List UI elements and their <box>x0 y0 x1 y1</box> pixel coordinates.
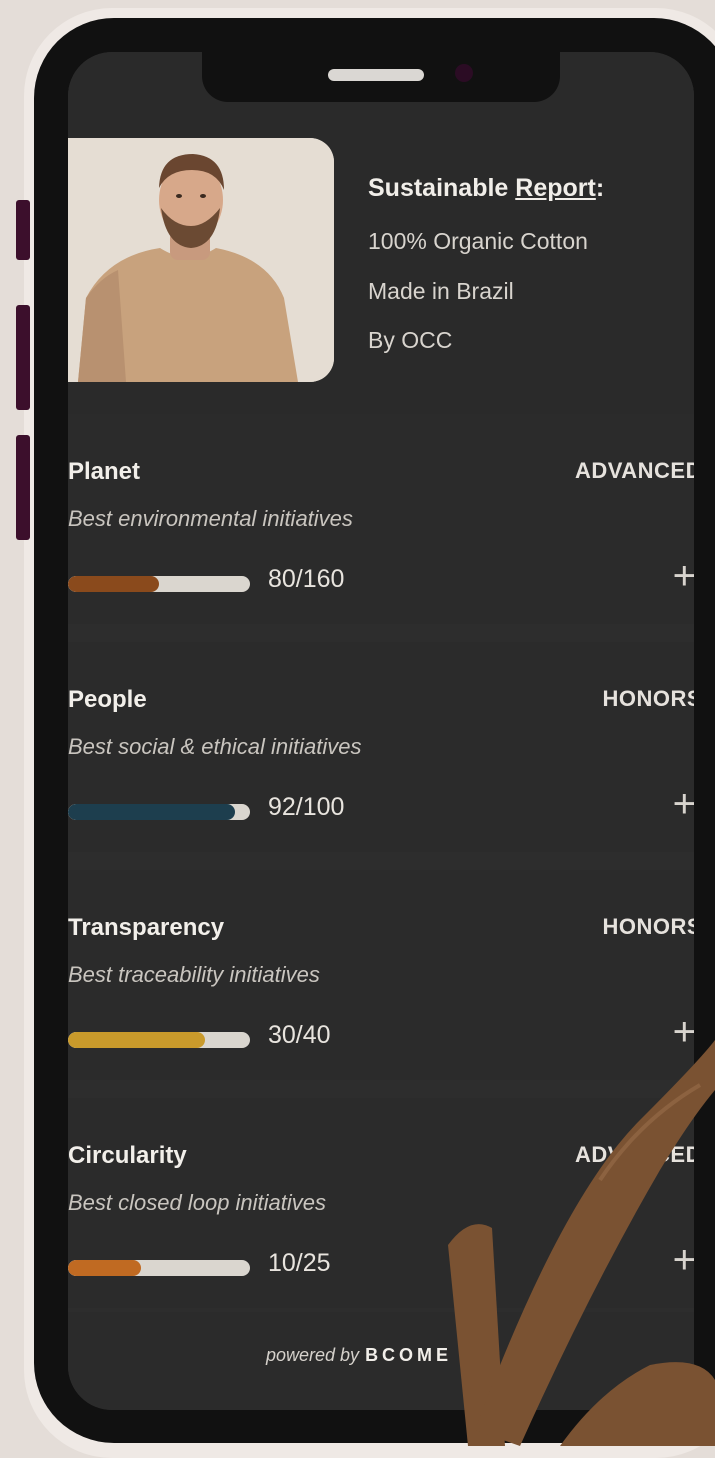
progress-bar <box>68 576 250 592</box>
score-card-transparency[interactable]: Transparency HONORS Best traceability in… <box>68 870 694 1080</box>
score-card-planet[interactable]: Planet ADVANCED Best environmental initi… <box>68 414 694 624</box>
phone-notch <box>202 52 560 102</box>
card-description: Best closed loop initiatives <box>68 1190 327 1215</box>
volume-up-button <box>16 305 30 410</box>
volume-down-button <box>16 435 30 540</box>
progress-fill <box>68 576 159 592</box>
phone-screen: Sustainable Report: 100% Organic Cotton … <box>68 52 694 1410</box>
product-image <box>68 138 334 382</box>
level-badge: HONORS <box>602 686 694 711</box>
progress-bar <box>68 804 250 820</box>
footer-text: powered by BCOME <box>266 1345 452 1366</box>
report-label: Sustainable <box>368 174 516 202</box>
bcome-logo[interactable]: BCOME <box>365 1345 452 1365</box>
level-badge: ADVANCED <box>574 1142 694 1167</box>
sustainable-report-heading: Sustainable Report: <box>368 174 604 203</box>
plus-icon[interactable]: + <box>673 784 694 824</box>
material-line: 100% Organic Cotton <box>368 228 588 254</box>
plus-icon[interactable]: + <box>673 556 694 596</box>
report-link[interactable]: Report <box>515 174 596 202</box>
card-title: Transparency <box>68 914 225 941</box>
progress-bar <box>68 1032 250 1048</box>
score-value: 10/25 <box>268 1249 331 1277</box>
powered-by-label: powered by <box>266 1345 360 1365</box>
card-description: Best traceability initiatives <box>68 962 320 987</box>
brand-line: By OCC <box>368 327 453 353</box>
progress-fill <box>68 804 236 820</box>
product-summary: Sustainable Report: 100% Organic Cotton … <box>68 52 694 414</box>
score-value: 80/160 <box>268 565 345 593</box>
progress-fill <box>68 1260 141 1276</box>
progress-bar <box>68 1260 250 1276</box>
card-title: People <box>68 686 147 713</box>
mute-switch <box>16 200 30 260</box>
card-description: Best social & ethical initiatives <box>68 734 362 759</box>
score-value: 92/100 <box>268 793 345 821</box>
score-value: 30/40 <box>268 1021 331 1049</box>
speaker-icon <box>328 69 424 81</box>
plus-icon[interactable]: + <box>673 1012 694 1052</box>
origin-line: Made in Brazil <box>368 278 514 304</box>
level-badge: ADVANCED <box>574 458 694 483</box>
powered-by-footer: powered by BCOME <box>68 1312 694 1410</box>
plus-icon[interactable]: + <box>673 1240 694 1280</box>
report-colon: : <box>595 174 605 202</box>
card-title: Planet <box>68 458 141 485</box>
score-card-people[interactable]: People HONORS Best social & ethical init… <box>68 642 694 852</box>
progress-fill <box>68 1032 205 1048</box>
card-title: Circularity <box>68 1142 187 1169</box>
camera-icon <box>455 64 473 82</box>
score-card-circularity[interactable]: Circularity ADVANCED Best closed loop in… <box>68 1098 694 1308</box>
card-description: Best environmental initiatives <box>68 506 353 531</box>
level-badge: HONORS <box>602 914 694 939</box>
